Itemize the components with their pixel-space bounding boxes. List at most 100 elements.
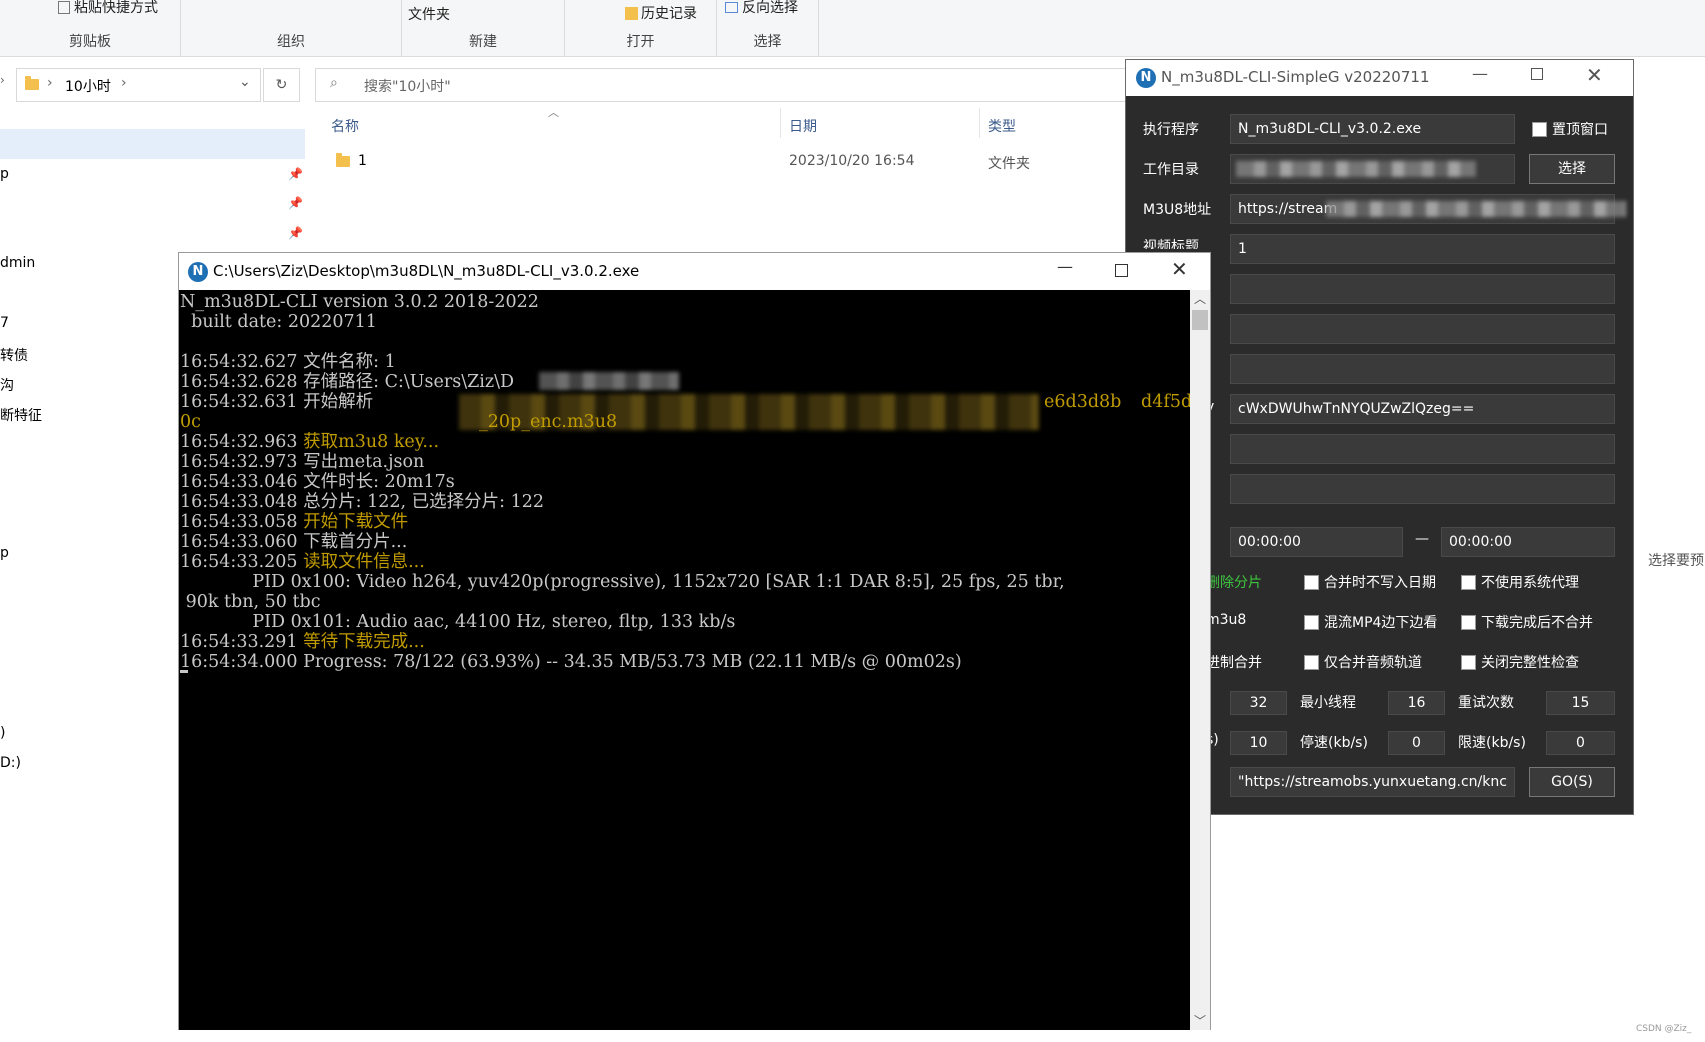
limit-speed-field[interactable]: 0 — [1546, 731, 1615, 755]
watermark: CSDN @Ziz_ — [1636, 1024, 1692, 1034]
range-start-field[interactable]: 00:00:00 — [1230, 527, 1403, 557]
nav-item[interactable]: p — [0, 545, 9, 561]
limit-speed-label: 限速(kb/s) — [1458, 735, 1526, 751]
chevron-down-icon[interactable]: ⌄ — [239, 74, 251, 90]
simpleg-titlebar: N N_m3u8DL-CLI-SimpleG v20220711 — ✕ — [1126, 60, 1633, 96]
nav-item[interactable]: 沟 — [0, 375, 14, 395]
status-text: 等待下载完成... — [303, 632, 425, 652]
audio-only-checkbox[interactable] — [1304, 655, 1319, 670]
redaction-blur — [1236, 161, 1476, 177]
nav-item[interactable]: dmin — [0, 255, 35, 271]
console-window: N C:\Users\Ziz\Desktop\m3u8DL\N_m3u8DL-C… — [178, 252, 1211, 1030]
address-path: 10小时 — [65, 79, 111, 95]
retry-label: 重试次数 — [1458, 695, 1514, 711]
maximize-icon[interactable] — [1115, 264, 1128, 277]
no-merge-label: 下载完成后不合并 — [1481, 615, 1593, 631]
console-scrollbar[interactable]: ︿ ﹀ — [1190, 290, 1210, 1030]
search-input[interactable]: 搜索"10小时" — [364, 76, 451, 96]
proxy-field[interactable] — [1230, 474, 1615, 504]
scroll-down-icon[interactable]: ﹀ — [1194, 1012, 1206, 1029]
key-field[interactable]: cWxDWUhwTnNYQUZwZlQzeg== — [1230, 394, 1615, 424]
ribbon-group-organize: 组织 — [181, 0, 402, 57]
console-line: 16:54:33.048 总分片: 122, 已选择分片: 122 — [180, 492, 544, 512]
console-cursor — [180, 670, 188, 673]
nav-item[interactable]: 7 — [0, 315, 9, 331]
min-threads-field[interactable]: 16 — [1388, 691, 1445, 715]
console-line: 16:54:33.291 等待下载完成... — [180, 632, 425, 652]
nav-item[interactable]: D:) — [0, 755, 21, 771]
maximize-icon[interactable] — [1531, 68, 1543, 80]
m3u8-label: M3U8地址 — [1143, 202, 1212, 218]
status-text: 获取m3u8 key... — [303, 432, 440, 452]
console-output[interactable]: N_m3u8DL-CLI version 3.0.2 2018-2022 bui… — [179, 290, 1190, 1030]
ribbon-group-label: 剪贴板 — [69, 34, 111, 50]
console-url-tail: d4f5d9 — [1141, 392, 1190, 412]
save-dir-field[interactable] — [1230, 274, 1615, 304]
range-end-field[interactable]: 00:00:00 — [1441, 527, 1615, 557]
search-icon: ⌕ — [330, 75, 338, 91]
no-proxy-checkbox[interactable] — [1461, 575, 1476, 590]
baseurl-field[interactable] — [1230, 354, 1615, 384]
file-row[interactable]: 1 2023/10/20 16:54 文件夹 — [331, 145, 1131, 172]
close-icon[interactable]: ✕ — [1586, 63, 1603, 87]
go-button[interactable]: GO(S) — [1529, 767, 1615, 797]
no-date-checkbox[interactable] — [1304, 575, 1319, 590]
delete-parts-label[interactable]: 删除分片 — [1206, 572, 1262, 592]
topmost-checkbox[interactable] — [1532, 122, 1547, 137]
exe-field[interactable]: N_m3u8DL-CLI_v3.0.2.exe — [1230, 114, 1515, 144]
column-divider — [780, 108, 781, 138]
retry-field[interactable]: 15 — [1546, 691, 1615, 715]
ribbon-group-label: 选择 — [753, 34, 782, 50]
app-logo-icon: N — [1136, 68, 1156, 88]
console-line: 0c — [180, 412, 201, 432]
refresh-button[interactable]: ↻ — [263, 68, 300, 102]
preview-hint: 选择要预 — [1648, 553, 1704, 569]
close-icon[interactable]: ✕ — [1171, 257, 1188, 281]
search-box[interactable]: ⌕ 搜索"10小时" — [315, 68, 1135, 102]
column-header-date[interactable]: 日期 — [789, 116, 817, 136]
file-type: 文件夹 — [988, 156, 1030, 172]
iv-field[interactable] — [1230, 434, 1615, 464]
no-merge-checkbox[interactable] — [1461, 615, 1476, 630]
max-threads-field[interactable]: 32 — [1230, 691, 1287, 715]
app-logo-icon: N — [188, 262, 208, 282]
choose-button[interactable]: 选择 — [1529, 154, 1615, 184]
integrity-check-checkbox[interactable] — [1461, 655, 1476, 670]
nav-item[interactable]: p — [0, 166, 9, 182]
mux-mp4-checkbox[interactable] — [1304, 615, 1319, 630]
scroll-thumb[interactable] — [1192, 310, 1208, 330]
redaction-blur — [539, 372, 679, 390]
window-title: N_m3u8DL-CLI-SimpleG v20220711 — [1161, 68, 1430, 86]
no-date-label: 合并时不写入日期 — [1324, 575, 1436, 591]
column-header-name[interactable]: 名称 — [331, 116, 359, 136]
console-line: 16:54:32.973 写出meta.json — [180, 452, 425, 472]
history-button[interactable]: 历史记录 — [625, 3, 697, 23]
headers-field[interactable] — [1230, 314, 1615, 344]
new-folder-button[interactable]: 文件夹 — [408, 4, 450, 24]
minimize-icon[interactable]: — — [1057, 257, 1073, 276]
minimize-icon[interactable]: — — [1472, 64, 1488, 83]
ribbon-group-label: 新建 — [469, 34, 497, 50]
redaction-blur — [1326, 201, 1626, 217]
invert-select-button[interactable]: 反向选择 — [725, 0, 798, 17]
nav-item[interactable]: 断特征 — [0, 405, 42, 425]
timeout-field[interactable]: 10 — [1230, 731, 1287, 755]
paste-shortcut-button[interactable]: 粘贴快捷方式 — [58, 0, 158, 17]
address-bar[interactable]: › 10小时 › ⌄ — [16, 68, 261, 102]
scroll-up-icon[interactable]: ︿ — [1194, 290, 1206, 307]
file-name: 1 — [358, 153, 367, 169]
mux-mp4-label: 混流MP4边下边看 — [1324, 615, 1438, 631]
stop-speed-label: 停速(kb/s) — [1300, 735, 1368, 751]
console-url-tail: _20p_enc.m3u8 — [479, 412, 618, 432]
command-field[interactable]: "https://streamobs.yunxuetang.cn/knc — [1230, 767, 1515, 797]
nav-item[interactable]: ) — [0, 725, 5, 741]
video-title-field[interactable]: 1 — [1230, 234, 1615, 264]
column-header-type[interactable]: 类型 — [988, 116, 1016, 136]
stop-speed-field[interactable]: 0 — [1388, 731, 1445, 755]
console-line: 90k tbn, 50 tbc — [180, 592, 321, 612]
ribbon-group-select: 反向选择 选择 — [717, 0, 819, 57]
topmost-label: 置顶窗口 — [1552, 122, 1608, 138]
console-line: 16:54:32.631 开始解析 — [180, 392, 374, 412]
nav-selection-highlight — [0, 129, 305, 159]
nav-item[interactable]: 转债 — [0, 345, 28, 365]
